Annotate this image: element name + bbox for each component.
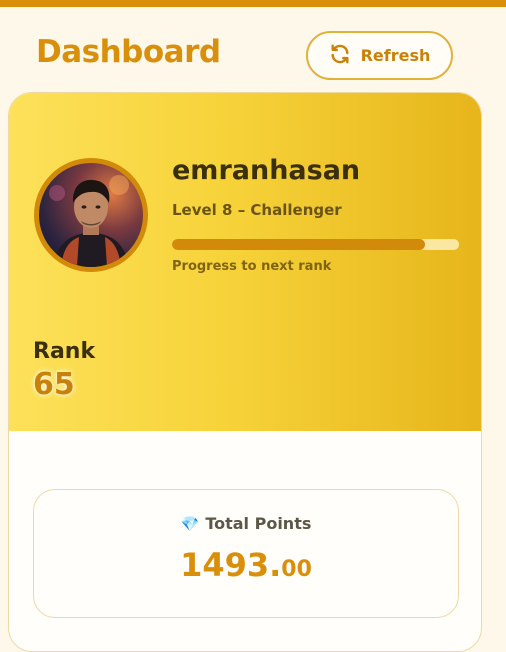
progress-label: Progress to next rank — [172, 259, 332, 274]
username: emranhasan — [172, 155, 361, 186]
total-points-header: 💎 Total Points — [34, 514, 458, 533]
rank-label: Rank — [33, 339, 96, 364]
refresh-icon — [329, 43, 351, 69]
total-points-card: 💎 Total Points 1493.00 — [33, 489, 459, 618]
profile-card: emranhasan Level 8 – Challenger Progress… — [8, 92, 482, 652]
avatar — [34, 158, 148, 272]
rank-progress-bar — [172, 239, 459, 250]
rank-progress-fill — [172, 239, 425, 250]
rank-value: 65 — [33, 367, 75, 402]
profile-hero: emranhasan Level 8 – Challenger Progress… — [9, 93, 481, 431]
gem-icon: 💎 — [180, 514, 200, 533]
top-accent-bar — [0, 0, 506, 7]
total-points-decimal: 00 — [281, 557, 312, 582]
page-title: Dashboard — [36, 34, 221, 70]
refresh-label: Refresh — [360, 46, 431, 65]
total-points-integer: 1493. — [180, 546, 282, 584]
refresh-button[interactable]: Refresh — [306, 31, 453, 80]
level-label: Level 8 – Challenger — [172, 201, 342, 219]
total-points-value: 1493.00 — [34, 546, 458, 584]
total-points-label: Total Points — [205, 514, 312, 533]
